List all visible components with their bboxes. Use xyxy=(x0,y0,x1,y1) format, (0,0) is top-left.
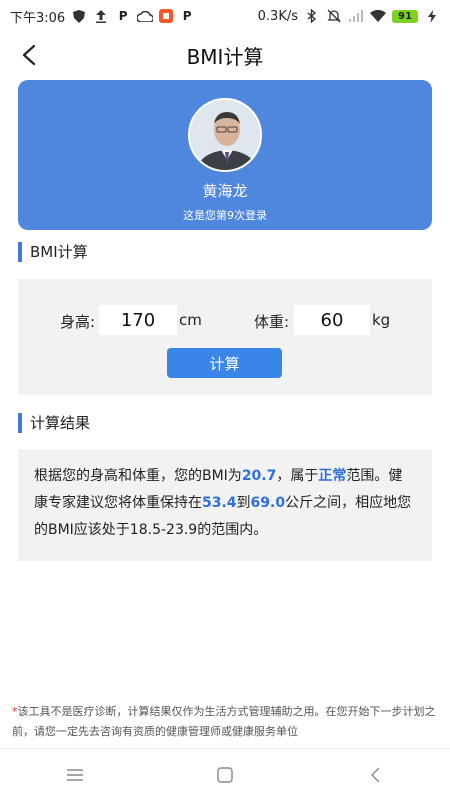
status-bar: 下午3:06 P P 0.3K/s 91 xyxy=(0,0,450,32)
signal-icon xyxy=(348,8,364,24)
shield-icon xyxy=(71,8,87,24)
weight-unit: kg xyxy=(372,311,391,329)
cloud-icon xyxy=(137,8,154,24)
result-panel: 根据您的身高和体重，您的BMI为20.7，属于正常范围。健康专家建议您将体重保持… xyxy=(18,449,432,561)
disclaimer: *该工具不是医疗诊断，计算结果仅作为生活方式管理辅助之用。在您开始下一步计划之前… xyxy=(12,702,442,742)
section-title-result: 计算结果 xyxy=(30,414,91,432)
menu-icon xyxy=(67,768,83,781)
weight-label: 体重: xyxy=(254,313,290,331)
user-name: 黄海龙 xyxy=(202,182,248,200)
back-button[interactable] xyxy=(14,40,44,70)
section-bmi-header: BMI计算 xyxy=(18,241,88,262)
section-accent-bar xyxy=(18,412,22,433)
avatar-photo xyxy=(190,100,260,170)
weight-min-value: 53.4 xyxy=(202,495,237,511)
system-back-button[interactable] xyxy=(355,755,395,795)
weight-input[interactable] xyxy=(294,305,370,335)
page-title: BMI计算 xyxy=(186,44,264,69)
bmi-calculator-panel: 身高: cm 体重: kg 计算 xyxy=(18,279,432,395)
section-accent-bar xyxy=(18,241,22,262)
wifi-icon xyxy=(370,8,386,24)
result-text: ，属于 xyxy=(276,468,319,484)
avatar[interactable] xyxy=(188,98,262,172)
back-triangle-icon xyxy=(371,767,380,782)
bmi-value: 20.7 xyxy=(241,468,277,484)
result-text: 根据您的身高和体重，您的BMI为 xyxy=(34,468,242,484)
calculate-button[interactable]: 计算 xyxy=(167,348,282,378)
status-time: 下午3:06 xyxy=(10,10,66,26)
mute-icon xyxy=(326,8,342,24)
profile-card: 黄海龙 这是您第9次登录 xyxy=(18,80,432,230)
bluetooth-icon xyxy=(304,8,320,24)
height-unit: cm xyxy=(179,311,202,329)
weight-max-value: 69.0 xyxy=(250,495,286,511)
section-result-header: 计算结果 xyxy=(18,412,90,433)
status-left: 下午3:06 P P xyxy=(10,7,195,26)
upload-icon xyxy=(93,8,109,24)
chevron-left-icon xyxy=(22,44,36,66)
home-square-icon xyxy=(217,766,233,783)
badge-app-icon xyxy=(159,9,174,23)
menu-button[interactable] xyxy=(55,755,95,795)
home-button[interactable] xyxy=(205,755,245,795)
status-right: 0.3K/s 91 xyxy=(258,8,440,24)
height-label: 身高: xyxy=(60,313,96,331)
height-input[interactable] xyxy=(99,305,177,335)
network-speed: 0.3K/s xyxy=(257,8,298,24)
p-app-icon: P xyxy=(118,9,128,23)
section-title-bmi: BMI计算 xyxy=(30,243,88,261)
result-text: 到 xyxy=(236,495,251,511)
bmi-category: 正常 xyxy=(318,468,347,484)
login-count-text: 这是您第9次登录 xyxy=(183,209,267,222)
nav-bar: BMI计算 xyxy=(0,32,450,78)
charging-icon xyxy=(424,8,440,24)
p-app-icon: P xyxy=(182,9,192,23)
disclaimer-text: 该工具不是医疗诊断，计算结果仅作为生活方式管理辅助之用。在您开始下一步计划之前，… xyxy=(12,705,436,738)
system-nav-bar xyxy=(0,748,450,800)
battery-icon: 91 xyxy=(392,9,418,23)
